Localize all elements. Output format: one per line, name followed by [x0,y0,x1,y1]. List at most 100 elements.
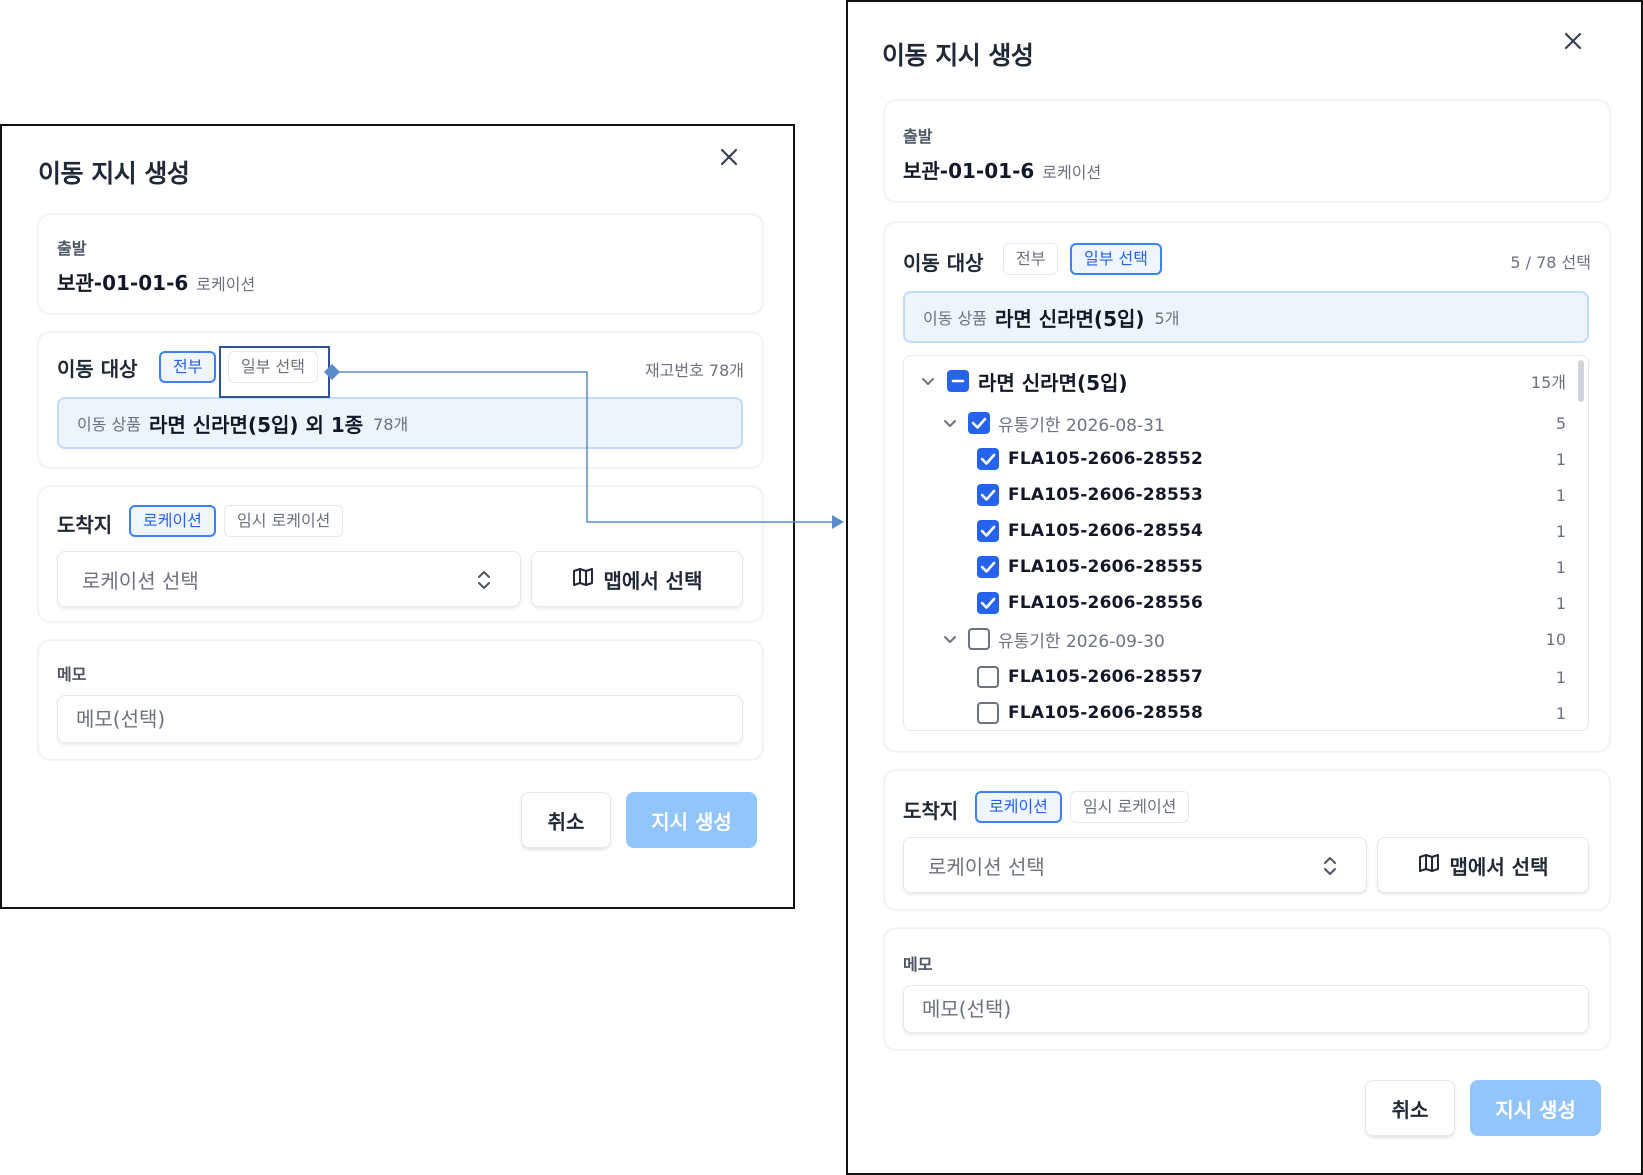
tree-scrollbar[interactable] [1578,360,1584,402]
tree-item-row[interactable]: FLA105-2606-28554 1 [904,514,1566,548]
product-count: 15개 [1530,373,1566,392]
origin-location-type: 로케이션 [196,275,256,294]
chevron-up-down-icon [476,568,492,597]
memo-card: 메모 [884,928,1610,1050]
dialog-title: 이동 지시 생성 [882,41,1034,70]
item-count: 1 [1555,593,1566,613]
tree-item-row[interactable]: FLA105-2606-28555 1 [904,550,1566,584]
tree-group-row[interactable]: 유통기한 2026-08-31 5 [904,406,1566,440]
target-box-count: 78개 [373,415,409,434]
memo-input[interactable] [57,695,743,743]
submit-button[interactable]: 지시 생성 [626,792,757,848]
item-checkbox[interactable] [977,702,999,724]
item-checkbox[interactable] [977,520,999,542]
product-checkbox-indeterminate[interactable] [947,370,969,392]
tree-item-row[interactable]: FLA105-2606-28557 1 [904,660,1566,694]
destination-label: 도착지 [57,513,113,537]
tree-item-row[interactable]: FLA105-2606-28552 1 [904,442,1566,476]
stock-tree[interactable]: 라면 신라면(5입) 15개 유통기한 2026-08-31 5 FLA105-… [903,355,1589,731]
memo-input[interactable] [903,985,1589,1033]
group-checkbox[interactable] [968,628,990,650]
tab-temp-location[interactable]: 임시 로케이션 [1070,791,1190,823]
location-select[interactable]: 로케이션 선택 [57,551,521,607]
item-checkbox[interactable] [977,556,999,578]
item-code: FLA105-2606-28554 [1008,521,1204,541]
chevron-up-down-icon [1322,854,1338,883]
origin-card: 출발 보관-01-01-6 로케이션 [38,214,763,314]
origin-label: 출발 [903,127,933,146]
location-select[interactable]: 로케이션 선택 [903,837,1367,893]
tab-temp-location[interactable]: 임시 로케이션 [224,505,344,537]
item-code: FLA105-2606-28556 [1008,593,1204,613]
target-box-value: 라면 신라면(5입) [994,306,1145,331]
item-count: 1 [1555,521,1566,541]
map-icon [1418,852,1440,879]
destination-card: 도착지 로케이션 임시 로케이션 로케이션 선택 맵에서 선택 [884,770,1610,910]
tab-location[interactable]: 로케이션 [129,505,216,537]
chevron-down-icon[interactable] [920,373,936,389]
annotation-highlight [219,346,330,398]
group-count: 10 [1545,629,1566,649]
tab-all[interactable]: 전부 [159,351,217,383]
item-checkbox[interactable] [977,484,999,506]
tree-item-row[interactable]: FLA105-2606-28558 1 [904,696,1566,730]
map-select-label: 맵에서 선택 [1449,854,1549,879]
item-checkbox[interactable] [977,592,999,614]
item-code: FLA105-2606-28558 [1008,703,1204,723]
cancel-button[interactable]: 취소 [1365,1080,1455,1136]
item-code: FLA105-2606-28553 [1008,485,1204,505]
map-select-button[interactable]: 맵에서 선택 [1377,837,1589,893]
item-code: FLA105-2606-28557 [1008,667,1204,687]
target-box-label: 이동 상품 [923,309,987,328]
target-box-count: 5개 [1154,309,1180,328]
item-count: 1 [1555,703,1566,723]
destination-label: 도착지 [903,799,959,823]
target-summary-box: 이동 상품 라면 신라면(5입) 5개 [903,291,1589,343]
cancel-button[interactable]: 취소 [521,792,611,848]
destination-card: 도착지 로케이션 임시 로케이션 로케이션 선택 맵에서 선택 [38,486,763,622]
memo-label: 메모 [903,955,933,974]
tree-item-row[interactable]: FLA105-2606-28553 1 [904,478,1566,512]
target-card: 이동 대상 전부 일부 선택 재고번호 78개 이동 상품 라면 신라면(5입)… [38,332,763,468]
origin-location-name: 보관-01-01-6 [57,271,189,295]
location-select-placeholder: 로케이션 선택 [928,854,1045,879]
close-icon[interactable] [716,144,742,170]
move-order-dialog-default: 이동 지시 생성 출발 보관-01-01-6 로케이션 이동 대상 전부 일부 선… [0,124,795,909]
target-box-label: 이동 상품 [77,415,141,434]
group-label: 유통기한 2026-08-31 [998,415,1165,436]
location-select-placeholder: 로케이션 선택 [82,568,199,593]
item-checkbox[interactable] [977,666,999,688]
tab-partial[interactable]: 일부 선택 [1070,243,1162,275]
move-order-dialog-partial: 이동 지시 생성 출발 보관-01-01-6 로케이션 이동 대상 전부 일부 선… [846,0,1643,1175]
group-checkbox[interactable] [968,412,990,434]
target-label: 이동 대상 [903,251,984,275]
submit-button[interactable]: 지시 생성 [1470,1080,1601,1136]
map-icon [572,566,594,593]
tree-product-row[interactable]: 라면 신라면(5입) 15개 [904,364,1566,398]
selection-count: 5 / 78 선택 [1510,253,1591,272]
group-label: 유통기한 2026-09-30 [998,631,1165,652]
tree-item-row[interactable]: FLA105-2606-28556 1 [904,586,1566,620]
map-select-button[interactable]: 맵에서 선택 [531,551,743,607]
memo-label: 메모 [57,665,87,684]
chevron-down-icon[interactable] [942,415,958,431]
tab-all[interactable]: 전부 [1003,243,1059,275]
origin-label: 출발 [57,239,87,258]
item-count: 1 [1555,667,1566,687]
group-count: 5 [1555,413,1566,433]
tab-location[interactable]: 로케이션 [975,791,1062,823]
map-select-label: 맵에서 선택 [603,568,703,593]
item-count: 1 [1555,485,1566,505]
dialog-title: 이동 지시 생성 [38,159,190,188]
target-card: 이동 대상 전부 일부 선택 5 / 78 선택 이동 상품 라면 신라면(5입… [884,222,1610,752]
item-code: FLA105-2606-28552 [1008,449,1204,469]
memo-card: 메모 [38,640,763,760]
chevron-down-icon[interactable] [942,631,958,647]
tree-group-row[interactable]: 유통기한 2026-09-30 10 [904,622,1566,656]
item-checkbox[interactable] [977,448,999,470]
stock-count: 재고번호 78개 [644,361,744,380]
close-icon[interactable] [1560,28,1586,54]
item-count: 1 [1555,557,1566,577]
target-summary-box: 이동 상품 라면 신라면(5입) 외 1종 78개 [57,397,743,449]
origin-location-name: 보관-01-01-6 [903,159,1035,183]
